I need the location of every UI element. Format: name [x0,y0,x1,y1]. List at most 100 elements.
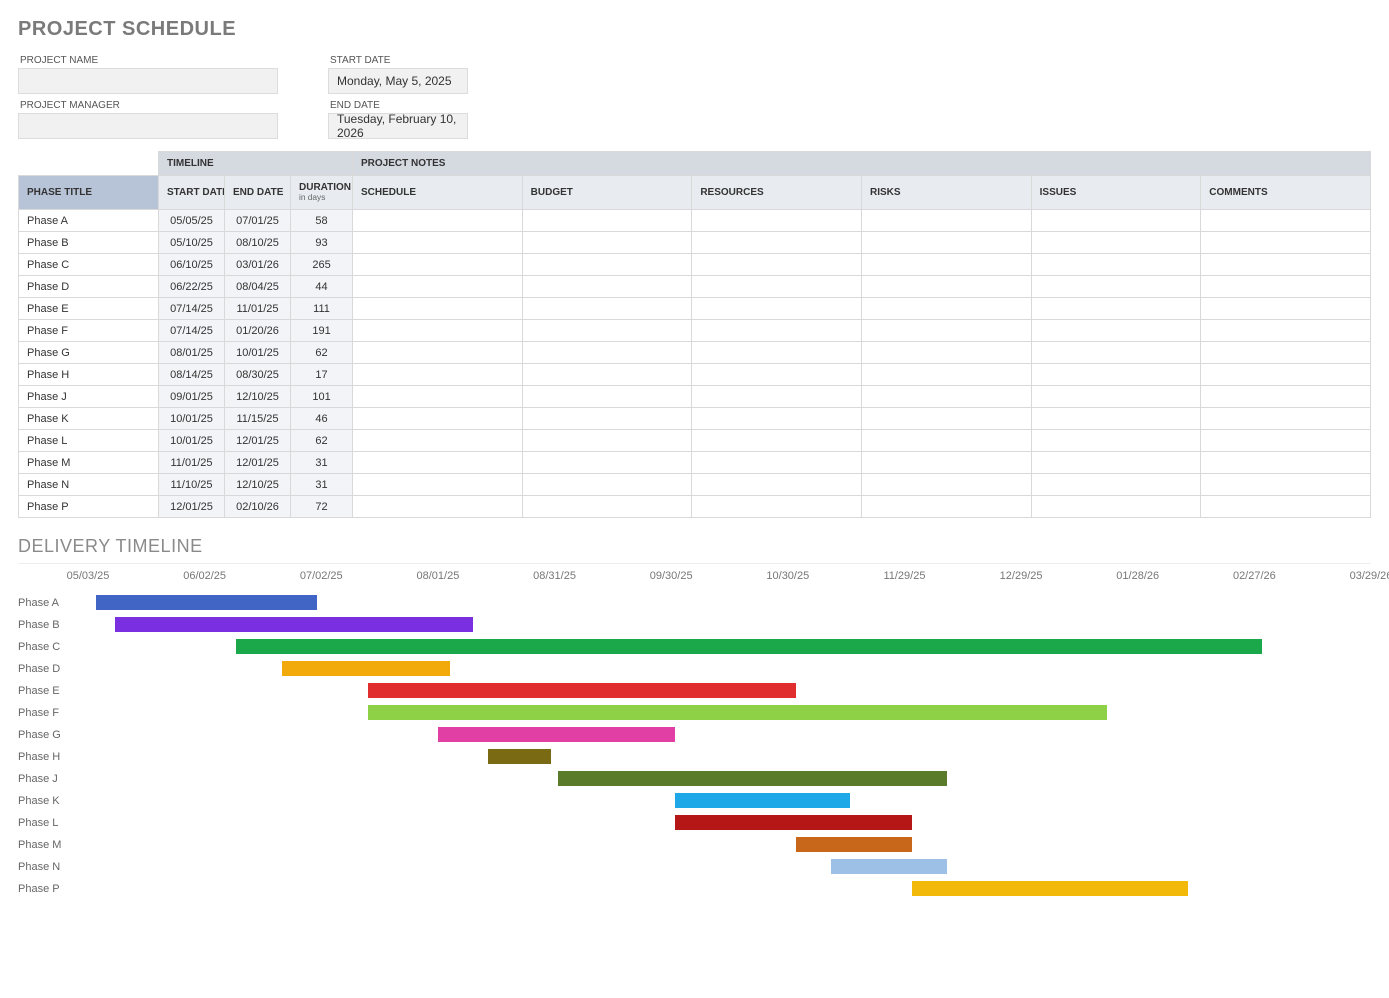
phase-cell[interactable]: Phase C [19,254,159,276]
dur-cell[interactable]: 31 [291,474,353,496]
note-comments[interactable] [1201,342,1371,364]
start-cell[interactable]: 10/01/25 [159,430,225,452]
phase-cell[interactable]: Phase J [19,386,159,408]
dur-cell[interactable]: 191 [291,320,353,342]
note-budget[interactable] [522,320,692,342]
note-resources[interactable] [692,386,862,408]
note-resources[interactable] [692,430,862,452]
dur-cell[interactable]: 46 [291,408,353,430]
phase-cell[interactable]: Phase G [19,342,159,364]
end-cell[interactable]: 08/10/25 [225,232,291,254]
dur-cell[interactable]: 44 [291,276,353,298]
note-issues[interactable] [1031,254,1201,276]
phase-cell[interactable]: Phase P [19,496,159,518]
start-cell[interactable]: 10/01/25 [159,408,225,430]
start-cell[interactable]: 07/14/25 [159,298,225,320]
note-budget[interactable] [522,430,692,452]
start-cell[interactable]: 07/14/25 [159,320,225,342]
note-budget[interactable] [522,276,692,298]
note-issues[interactable] [1031,452,1201,474]
end-cell[interactable]: 10/01/25 [225,342,291,364]
note-budget[interactable] [522,386,692,408]
dur-cell[interactable]: 62 [291,342,353,364]
dur-cell[interactable]: 62 [291,430,353,452]
phase-cell[interactable]: Phase K [19,408,159,430]
phase-cell[interactable]: Phase L [19,430,159,452]
note-schedule[interactable] [353,474,523,496]
note-resources[interactable] [692,320,862,342]
note-schedule[interactable] [353,342,523,364]
phase-cell[interactable]: Phase M [19,452,159,474]
note-schedule[interactable] [353,496,523,518]
dur-cell[interactable]: 58 [291,210,353,232]
note-risks[interactable] [861,254,1031,276]
note-issues[interactable] [1031,408,1201,430]
note-budget[interactable] [522,452,692,474]
note-resources[interactable] [692,408,862,430]
note-issues[interactable] [1031,430,1201,452]
phase-cell[interactable]: Phase D [19,276,159,298]
note-budget[interactable] [522,364,692,386]
end-cell[interactable]: 12/01/25 [225,452,291,474]
note-resources[interactable] [692,474,862,496]
end-cell[interactable]: 08/04/25 [225,276,291,298]
note-schedule[interactable] [353,276,523,298]
note-budget[interactable] [522,496,692,518]
dur-cell[interactable]: 93 [291,232,353,254]
end-cell[interactable]: 08/30/25 [225,364,291,386]
note-issues[interactable] [1031,364,1201,386]
note-comments[interactable] [1201,430,1371,452]
note-risks[interactable] [861,408,1031,430]
note-budget[interactable] [522,342,692,364]
end-cell[interactable]: 12/10/25 [225,474,291,496]
note-resources[interactable] [692,276,862,298]
note-risks[interactable] [861,320,1031,342]
project-name-input[interactable] [18,68,278,94]
note-comments[interactable] [1201,276,1371,298]
dur-cell[interactable]: 17 [291,364,353,386]
start-cell[interactable]: 11/10/25 [159,474,225,496]
note-comments[interactable] [1201,254,1371,276]
start-cell[interactable]: 12/01/25 [159,496,225,518]
phase-cell[interactable]: Phase E [19,298,159,320]
note-risks[interactable] [861,342,1031,364]
note-issues[interactable] [1031,474,1201,496]
note-resources[interactable] [692,298,862,320]
note-issues[interactable] [1031,320,1201,342]
note-schedule[interactable] [353,408,523,430]
end-cell[interactable]: 11/01/25 [225,298,291,320]
note-schedule[interactable] [353,430,523,452]
dur-cell[interactable]: 265 [291,254,353,276]
note-schedule[interactable] [353,298,523,320]
note-budget[interactable] [522,474,692,496]
note-comments[interactable] [1201,452,1371,474]
note-schedule[interactable] [353,320,523,342]
dur-cell[interactable]: 72 [291,496,353,518]
note-resources[interactable] [692,452,862,474]
end-cell[interactable]: 02/10/26 [225,496,291,518]
start-cell[interactable]: 05/05/25 [159,210,225,232]
note-issues[interactable] [1031,298,1201,320]
end-cell[interactable]: 07/01/25 [225,210,291,232]
note-comments[interactable] [1201,408,1371,430]
note-schedule[interactable] [353,254,523,276]
note-issues[interactable] [1031,276,1201,298]
note-issues[interactable] [1031,342,1201,364]
start-cell[interactable]: 11/01/25 [159,452,225,474]
note-issues[interactable] [1031,232,1201,254]
note-comments[interactable] [1201,496,1371,518]
start-cell[interactable]: 08/01/25 [159,342,225,364]
dur-cell[interactable]: 31 [291,452,353,474]
note-schedule[interactable] [353,210,523,232]
note-risks[interactable] [861,386,1031,408]
note-risks[interactable] [861,474,1031,496]
dur-cell[interactable]: 101 [291,386,353,408]
start-cell[interactable]: 05/10/25 [159,232,225,254]
note-schedule[interactable] [353,232,523,254]
note-schedule[interactable] [353,386,523,408]
start-cell[interactable]: 06/10/25 [159,254,225,276]
note-issues[interactable] [1031,210,1201,232]
note-comments[interactable] [1201,386,1371,408]
phase-cell[interactable]: Phase F [19,320,159,342]
note-risks[interactable] [861,298,1031,320]
